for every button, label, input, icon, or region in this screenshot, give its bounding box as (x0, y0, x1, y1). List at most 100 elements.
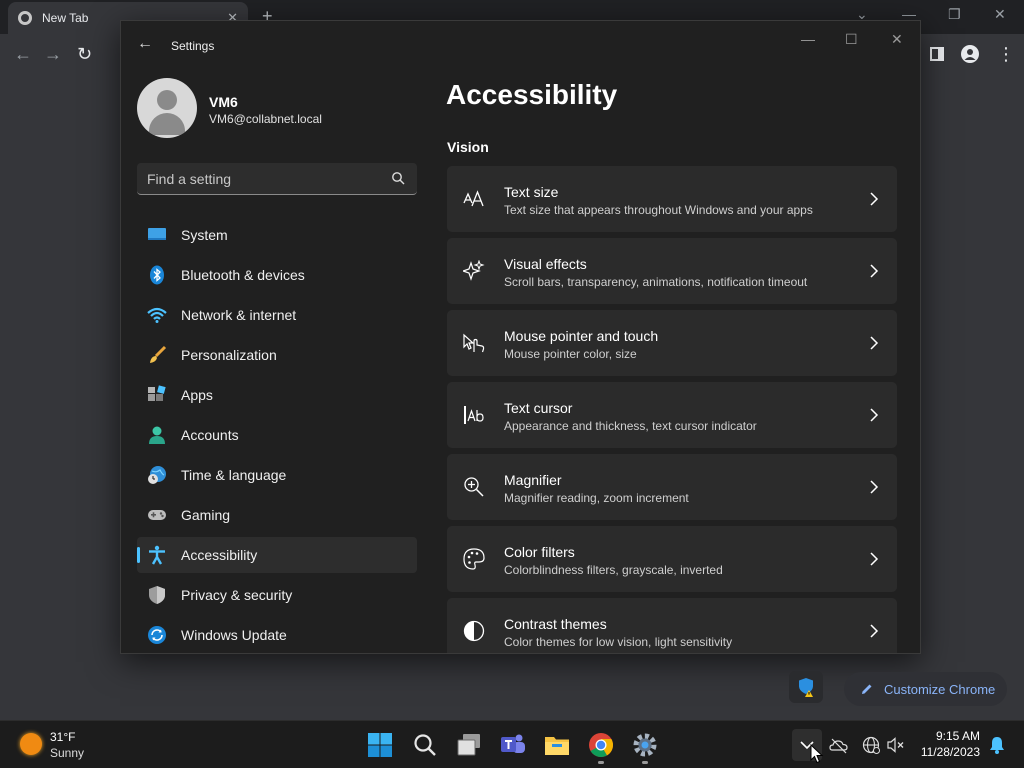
nav-label: Windows Update (181, 627, 287, 643)
weather-sun-icon[interactable] (20, 733, 42, 755)
card-visual-effects[interactable]: Visual effects Scroll bars, transparency… (447, 238, 897, 304)
close-window-icon[interactable]: ✕ (994, 6, 1006, 23)
page-title: Accessibility (446, 79, 618, 110)
section-heading-vision: Vision (447, 139, 489, 155)
card-desc: Colorblindness filters, grayscale, inver… (504, 563, 723, 577)
nav-item-bluetooth[interactable]: Bluetooth & devices (137, 257, 417, 293)
search-input[interactable] (147, 169, 387, 189)
contrast-icon (463, 620, 485, 642)
volume-muted-icon[interactable] (886, 735, 906, 755)
chrome-running-indicator (598, 761, 604, 764)
nav-label: Privacy & security (181, 587, 293, 603)
start-windows-icon[interactable] (366, 731, 394, 759)
notification-bell-icon[interactable] (987, 735, 1007, 755)
card-mouse-pointer-touch[interactable]: Mouse pointer and touch Mouse pointer co… (447, 310, 897, 376)
nav-item-system[interactable]: System (137, 217, 417, 253)
network-globe-icon[interactable] (861, 735, 881, 755)
card-text-size[interactable]: Text size Text size that appears through… (447, 166, 897, 232)
card-desc: Magnifier reading, zoom increment (504, 491, 689, 505)
card-magnifier[interactable]: Magnifier Magnifier reading, zoom increm… (447, 454, 897, 520)
nav-item-time-language[interactable]: Time & language (137, 457, 417, 493)
weather-condition[interactable]: Sunny (50, 746, 84, 760)
text-size-icon (463, 190, 484, 207)
weather-temperature[interactable]: 31°F (50, 730, 75, 744)
card-title: Contrast themes (504, 616, 607, 632)
security-shield-badge[interactable] (789, 671, 823, 703)
onedrive-offline-icon[interactable] (829, 735, 849, 755)
forward-arrow-icon[interactable]: → (44, 44, 62, 64)
chevron-right-icon (870, 408, 879, 422)
card-desc: Color themes for low vision, light sensi… (504, 635, 733, 649)
card-title: Mouse pointer and touch (504, 328, 659, 344)
card-contrast-themes[interactable]: Contrast themes Color themes for low vis… (447, 598, 897, 653)
settings-gear-icon[interactable] (631, 731, 659, 759)
nav-label: Gaming (181, 507, 231, 523)
chevron-right-icon (870, 480, 879, 494)
nav-item-accessibility[interactable]: Accessibility (137, 537, 417, 573)
chevron-right-icon (870, 264, 879, 278)
nav-label: Bluetooth & devices (181, 267, 305, 283)
card-title: Color filters (504, 544, 575, 560)
customize-chrome-label: Customize Chrome (884, 681, 996, 697)
wifi-icon (147, 307, 167, 323)
nav-item-privacy-security[interactable]: Privacy & security (137, 577, 417, 613)
nav-label: Accessibility (181, 547, 258, 563)
avatar[interactable] (137, 78, 197, 138)
clock-time[interactable]: 9:15 AM (936, 729, 980, 743)
clock-date[interactable]: 11/28/2023 (921, 745, 980, 759)
pointer-touch-icon (463, 333, 485, 353)
find-setting-box[interactable] (137, 163, 417, 195)
nav-label: Network & internet (181, 307, 297, 323)
chevron-right-icon (870, 336, 879, 350)
restore-icon[interactable]: ❐ (948, 6, 961, 23)
vision-settings-list: Text size Text size that appears through… (447, 166, 897, 653)
card-text-cursor[interactable]: Text cursor Appearance and thickness, te… (447, 382, 897, 448)
settings-minimize-icon[interactable]: — (801, 31, 815, 47)
nav-item-accounts[interactable]: Accounts (137, 417, 417, 453)
nav-item-gaming[interactable]: Gaming (137, 497, 417, 533)
teams-icon[interactable] (499, 731, 527, 759)
settings-title: Settings (171, 39, 215, 53)
back-arrow-icon[interactable]: ← (14, 44, 32, 64)
settings-back-arrow-icon[interactable]: ← (137, 35, 153, 53)
card-title: Visual effects (504, 256, 587, 272)
palette-icon (463, 548, 485, 570)
brush-icon (150, 345, 167, 363)
menu-kebab-icon[interactable]: ⋮ (997, 44, 1015, 64)
profile-icon[interactable] (961, 45, 979, 63)
avatar-body (149, 113, 185, 135)
file-explorer-icon[interactable] (543, 731, 571, 759)
nav-item-apps[interactable]: Apps (137, 377, 417, 413)
settings-window: ← Settings — ☐ ✕ VM6 VM6@collabnet.local… (120, 20, 921, 654)
side-panel-icon[interactable] (930, 47, 944, 61)
settings-running-indicator (642, 761, 648, 764)
chevron-right-icon (870, 624, 879, 638)
card-title: Text size (504, 184, 559, 200)
card-desc: Text size that appears throughout Window… (504, 203, 813, 217)
globe-clock-icon (148, 466, 166, 484)
chrome-icon[interactable] (587, 731, 615, 759)
settings-close-icon[interactable]: ✕ (891, 31, 903, 48)
text-cursor-icon (464, 406, 484, 424)
nav-label: Personalization (181, 347, 277, 363)
taskbar: 31°F Sunny 9:15 AM 11/28/2023 (0, 720, 1024, 768)
accounts-icon (149, 426, 165, 444)
card-color-filters[interactable]: Color filters Colorblindness filters, gr… (447, 526, 897, 592)
chrome-logo-icon (18, 11, 32, 25)
nav-item-personalization[interactable]: Personalization (137, 337, 417, 373)
taskbar-search-icon[interactable] (411, 731, 439, 759)
task-view-icon[interactable] (455, 731, 483, 759)
sparkle-icon (463, 260, 485, 281)
customize-chrome-button[interactable]: Customize Chrome (844, 672, 1007, 706)
nav-item-windows-update[interactable]: Windows Update (137, 617, 417, 653)
shield-warning-icon (799, 678, 813, 697)
nav-item-network[interactable]: Network & internet (137, 297, 417, 333)
chevron-right-icon (870, 192, 879, 206)
search-icon[interactable] (391, 171, 405, 185)
settings-maximize-icon[interactable]: ☐ (845, 31, 858, 48)
mouse-cursor-icon (810, 744, 824, 764)
apps-icon (148, 385, 166, 401)
reload-icon[interactable]: ↻ (77, 44, 92, 64)
nav-label: Time & language (181, 467, 287, 483)
chevron-right-icon (870, 552, 879, 566)
